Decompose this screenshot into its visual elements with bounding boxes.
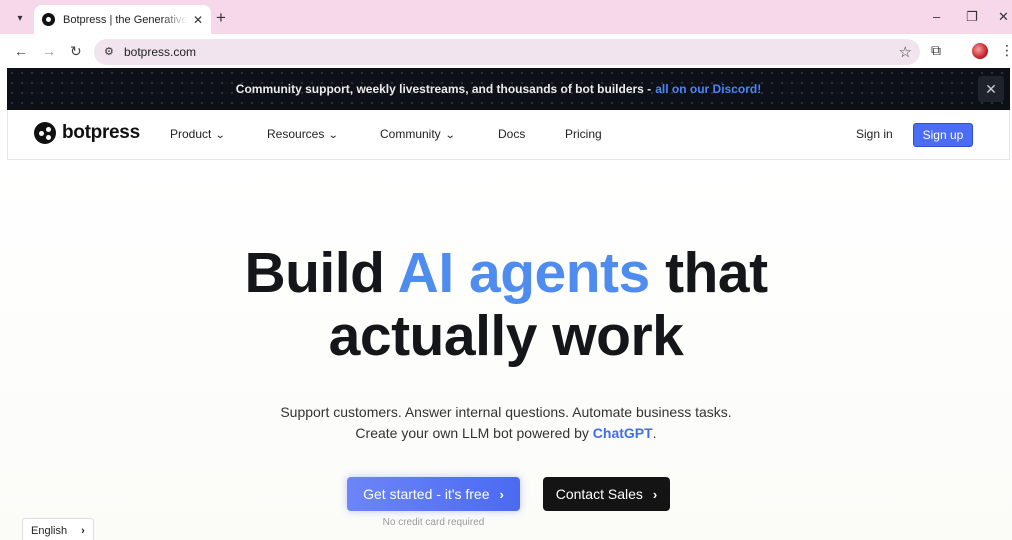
botpress-logo-icon: [34, 122, 56, 144]
hero-title-pre: Build: [244, 241, 385, 305]
extensions-puzzle-icon[interactable]: ⧉: [931, 42, 941, 59]
language-selector[interactable]: English ›: [22, 518, 94, 540]
get-started-label: Get started - it's free: [363, 486, 490, 502]
announcement-banner: Community support, weekly livestreams, a…: [7, 68, 1010, 110]
hero-title-line2: actually work: [328, 304, 684, 368]
sign-in-link[interactable]: Sign in: [856, 127, 893, 141]
forward-arrow-icon[interactable]: →: [42, 43, 56, 59]
chatgpt-link[interactable]: ChatGPT: [593, 425, 653, 441]
discord-link[interactable]: all on our Discord!: [655, 82, 761, 96]
contact-sales-label: Contact Sales: [555, 486, 643, 502]
nav-item-resources[interactable]: Resources ⌄: [267, 127, 340, 141]
profile-avatar[interactable]: [972, 43, 988, 59]
contact-sales-button[interactable]: Contact Sales ›: [543, 477, 670, 511]
chevron-right-icon: ›: [499, 486, 504, 502]
hero-title-line1: Build AI agents that: [0, 242, 1012, 304]
tab-search-chevron-icon[interactable]: ▾: [10, 8, 30, 28]
nav-item-label: Product: [170, 127, 212, 141]
url-text: botpress.com: [124, 45, 197, 59]
logo-wordmark: botpress: [62, 122, 140, 143]
browser-menu-icon[interactable]: ⋮: [1000, 42, 1012, 59]
tab-close-icon[interactable]: ✕: [193, 13, 203, 27]
hero-subtitle-line1: Support customers. Answer internal quest…: [280, 404, 732, 420]
banner-text: Community support, weekly livestreams, a…: [235, 82, 652, 96]
chevron-down-icon: ⌄: [328, 130, 340, 141]
hero-section: Build AI agents that actually work Suppo…: [0, 160, 1012, 540]
restore-button[interactable]: ❐: [966, 9, 978, 25]
window-close-button[interactable]: ✕: [998, 9, 1009, 25]
nav-item-pricing[interactable]: Pricing: [565, 127, 602, 141]
new-tab-button[interactable]: +: [216, 8, 226, 28]
bookmark-star-icon[interactable]: ☆: [899, 43, 912, 61]
nav-item-product[interactable]: Product ⌄: [170, 127, 227, 141]
nav-item-community[interactable]: Community ⌄: [380, 127, 456, 141]
hero-subtitle-line2: Create your own LLM bot powered by ChatG…: [0, 425, 1012, 441]
chevron-down-icon: ⌄: [215, 130, 227, 141]
browser-tab[interactable]: Botpress | the Generative AI platform ✕: [34, 5, 211, 34]
browser-toolbar: ← → ↻ ⚙ botpress.com ☆: [0, 34, 1012, 68]
no-credit-card-note: No credit card required: [382, 517, 485, 528]
botpress-favicon-icon: [42, 13, 55, 26]
language-label: English: [31, 525, 68, 537]
botpress-logo[interactable]: botpress: [34, 122, 140, 144]
chevron-right-icon: ›: [81, 525, 85, 537]
hero-subtitle-period: .: [652, 425, 657, 441]
hero-title-accent: AI agents: [397, 241, 651, 305]
browser-tab-bar: ▾ Botpress | the Generative AI platform …: [0, 0, 1012, 34]
tab-title: Botpress | the Generative AI platform: [63, 13, 187, 26]
chevron-right-icon: ›: [652, 486, 658, 502]
hero-subtitle-text: Create your own LLM bot powered by: [355, 425, 589, 441]
get-started-button[interactable]: Get started - it's free ›: [347, 477, 520, 511]
hero-title-post: that: [665, 241, 768, 305]
reload-icon[interactable]: ↻: [70, 43, 82, 60]
nav-item-label: Resources: [267, 127, 325, 141]
minimize-button[interactable]: –: [933, 9, 940, 24]
back-arrow-icon[interactable]: ←: [14, 43, 28, 59]
site-header: botpress Product ⌄ Resources ⌄ Community ⌄ …: [7, 110, 1010, 160]
chevron-down-icon: ⌄: [444, 130, 456, 141]
site-info-icon[interactable]: ⚙: [104, 45, 114, 58]
nav-item-label: Community: [380, 127, 441, 141]
banner-close-button[interactable]: ✕: [978, 76, 1004, 102]
sign-up-button[interactable]: Sign up: [913, 123, 973, 147]
address-bar[interactable]: ⚙ botpress.com ☆: [94, 39, 920, 65]
nav-item-docs[interactable]: Docs: [498, 127, 525, 141]
